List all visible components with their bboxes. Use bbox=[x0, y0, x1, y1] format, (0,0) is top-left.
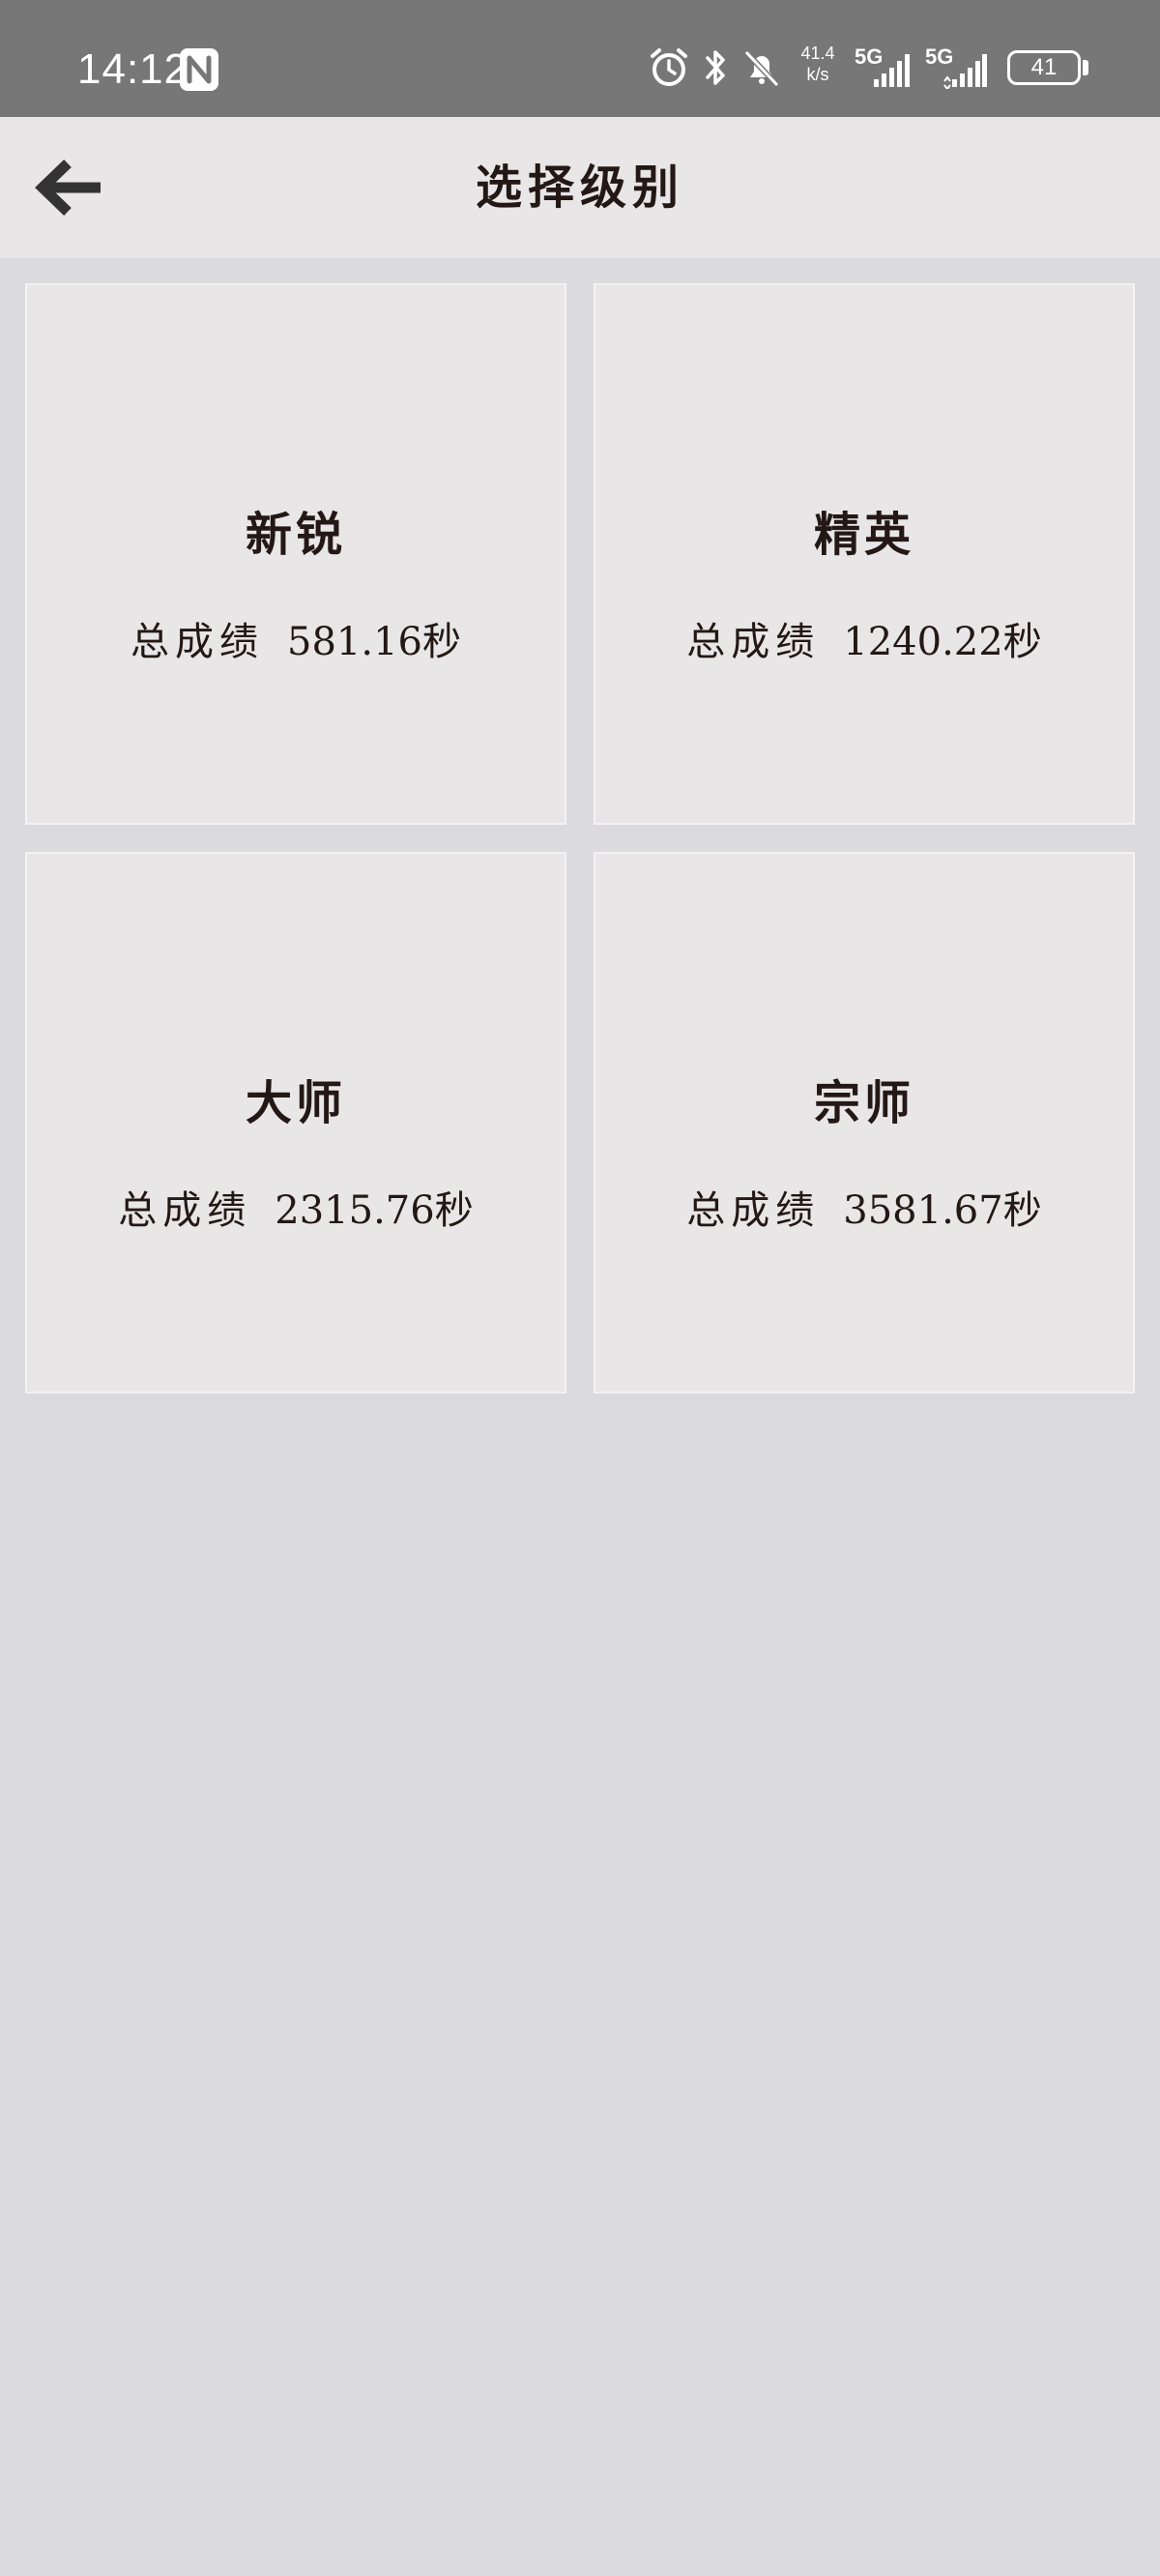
status-time: 14:12 bbox=[77, 45, 189, 93]
score-label: 总成绩 bbox=[130, 620, 265, 664]
level-name: 新锐 bbox=[245, 508, 346, 562]
battery-icon: 41 bbox=[1007, 50, 1081, 85]
score-value: 3581.67秒 bbox=[843, 1188, 1042, 1233]
score-value: 1240.22秒 bbox=[843, 620, 1042, 664]
nfc-icon bbox=[180, 48, 218, 91]
sim2-signal-icon bbox=[942, 50, 987, 93]
level-card-dashi[interactable]: 大师 总成绩 2315.76秒 bbox=[25, 852, 566, 1393]
level-score: 总成绩 581.16秒 bbox=[27, 610, 565, 666]
status-bar: 14:12 41.4 k/s 5G 5G 41 bbox=[0, 0, 1160, 117]
score-label: 总成绩 bbox=[686, 1188, 821, 1233]
battery-level: 41 bbox=[1030, 54, 1058, 80]
bluetooth-icon bbox=[702, 46, 731, 93]
page-title: 选择级别 bbox=[475, 161, 684, 215]
battery-tip bbox=[1083, 60, 1088, 75]
arrow-left-icon bbox=[35, 160, 101, 216]
level-card-zongshi[interactable]: 宗师 总成绩 3581.67秒 bbox=[594, 852, 1135, 1393]
network-speed: 41.4 k/s bbox=[793, 43, 843, 85]
back-button[interactable] bbox=[29, 152, 110, 223]
bell-muted-icon bbox=[740, 46, 783, 93]
level-score: 总成绩 1240.22秒 bbox=[595, 610, 1133, 666]
level-name: 大师 bbox=[245, 1076, 346, 1130]
app-bar: 选择级别 bbox=[0, 117, 1160, 258]
alarm-icon bbox=[648, 46, 690, 93]
score-label: 总成绩 bbox=[686, 620, 821, 664]
network-speed-value: 41.4 bbox=[800, 44, 835, 63]
level-name: 宗师 bbox=[813, 1076, 914, 1130]
sim1-signal-icon bbox=[872, 50, 911, 93]
score-label: 总成绩 bbox=[118, 1188, 252, 1233]
score-value: 2315.76秒 bbox=[275, 1188, 474, 1233]
level-card-jingying[interactable]: 精英 总成绩 1240.22秒 bbox=[594, 283, 1135, 825]
network-speed-unit: k/s bbox=[806, 65, 829, 84]
level-card-xinrui[interactable]: 新锐 总成绩 581.16秒 bbox=[25, 283, 566, 825]
level-score: 总成绩 3581.67秒 bbox=[595, 1179, 1133, 1235]
level-name: 精英 bbox=[813, 508, 914, 562]
status-icons: 41.4 k/s 5G 5G 41 bbox=[541, 0, 1160, 117]
level-score: 总成绩 2315.76秒 bbox=[27, 1179, 565, 1235]
score-value: 581.16秒 bbox=[287, 620, 461, 664]
